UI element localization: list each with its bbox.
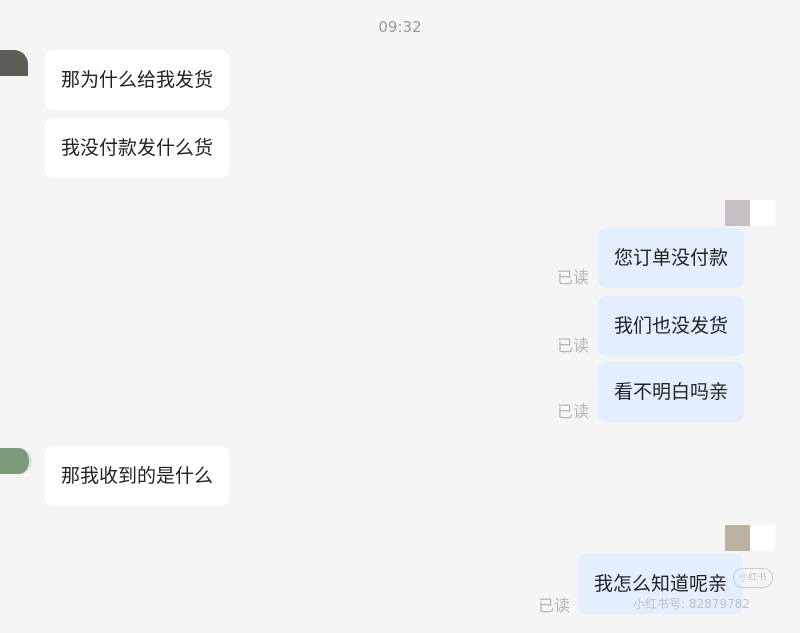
message-bubble-incoming[interactable]: 那我收到的是什么 (45, 446, 230, 506)
own-avatar[interactable] (725, 525, 775, 551)
read-status-label: 已读 (557, 268, 590, 287)
read-status-label: 已读 (538, 596, 571, 615)
avatar-tile (750, 525, 775, 551)
avatar-tile (750, 200, 775, 226)
contact-avatar[interactable] (0, 50, 28, 76)
avatar-tile (725, 525, 750, 551)
message-bubble-incoming[interactable]: 那为什么给我发货 (45, 50, 230, 110)
watermark-logo: 小红书 (733, 568, 773, 588)
read-status-label: 已读 (557, 402, 590, 421)
avatar-tile (725, 200, 750, 226)
message-bubble-outgoing[interactable]: 我们也没发货 (598, 296, 745, 356)
message-bubble-outgoing[interactable]: 您订单没付款 (598, 228, 745, 288)
own-avatar[interactable] (725, 200, 775, 226)
watermark-id: 小红书号: 82879782 (633, 597, 750, 611)
contact-avatar[interactable] (0, 448, 32, 474)
chat-timestamp: 09:32 (378, 18, 422, 36)
read-status-label: 已读 (557, 336, 590, 355)
message-bubble-outgoing[interactable]: 看不明白吗亲 (598, 362, 745, 422)
message-bubble-incoming[interactable]: 我没付款发什么货 (45, 118, 230, 178)
